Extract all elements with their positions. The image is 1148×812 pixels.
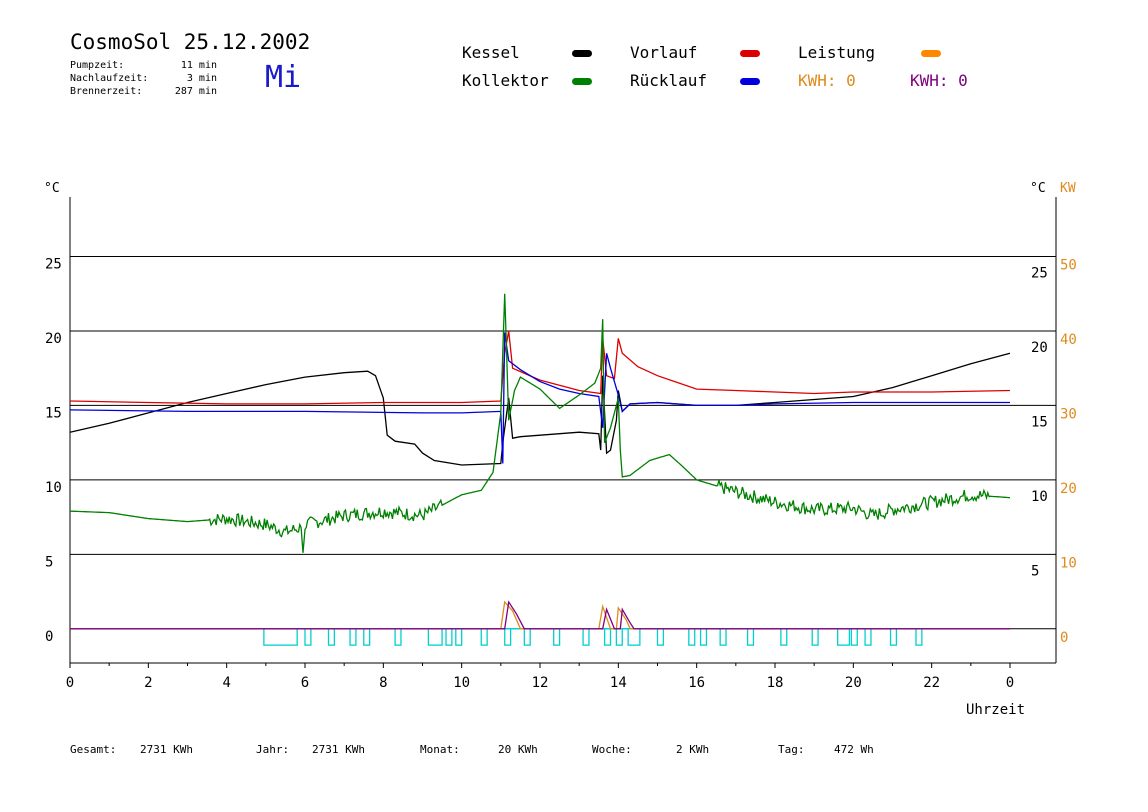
pump-pulse-14: [603, 628, 612, 646]
pump-pulse-5: [394, 628, 402, 646]
x-tick-label-5: 10: [453, 675, 470, 691]
x-tick-label-4: 8: [379, 675, 387, 691]
y-left-label-25: 25: [45, 257, 62, 273]
y-power-label-30: 30: [1060, 406, 1077, 422]
pump-pulse-16: [627, 628, 641, 646]
x-tick-label-1: 2: [144, 675, 152, 691]
x-tick-label-8: 16: [688, 675, 705, 691]
series-line-kollektor: [69, 293, 1011, 553]
pump-pulse-6: [427, 628, 443, 646]
pump-pulse-22: [780, 628, 788, 646]
pump-pulse-7: [445, 628, 453, 646]
x-tick-label-7: 14: [610, 675, 627, 691]
pump-pulse-11: [523, 628, 531, 646]
y-left-label-5: 5: [45, 554, 53, 570]
x-tick-label-12: 0: [1006, 675, 1014, 691]
series-line-kessel: [69, 352, 1011, 466]
y-left-label-10: 10: [45, 480, 62, 496]
series-line-leistung: [70, 600, 1010, 630]
footer-value-tag: 472 Wh: [834, 743, 874, 756]
x-tick-label-11: 22: [923, 675, 940, 691]
pump-pulse-8: [455, 628, 463, 646]
footer-label-monat: Monat:: [420, 743, 460, 756]
x-tick-label-9: 18: [767, 675, 784, 691]
temperature-chart: 0 2 4 6 8 10 12 14 16 18 20 22 0 °C 0 5 10 15 20 25 °C 5 10 15 2…: [44, 181, 1077, 718]
pump-pulse-21: [746, 628, 755, 646]
y-left-label-20: 20: [45, 331, 62, 347]
y-right-label-10: 10: [1031, 489, 1048, 505]
pump-pulse-24: [837, 628, 851, 646]
y-left-unit: °C: [44, 181, 60, 196]
footer-value-gesamt: 2731 KWh: [140, 743, 193, 756]
pump-pulse-19: [699, 628, 708, 646]
footer-label-gesamt: Gesamt:: [70, 743, 117, 756]
pump-pulse-28: [915, 628, 923, 646]
y-right-label-25: 25: [1031, 266, 1048, 282]
y-right-label-15: 15: [1031, 414, 1048, 430]
y-power-label-10: 10: [1060, 555, 1077, 571]
y-power-unit: KW: [1060, 181, 1076, 196]
footer-label-jahr: Jahr:: [256, 743, 290, 756]
pump-pulse-0: [263, 628, 298, 646]
y-power-label-20: 20: [1060, 481, 1077, 497]
x-tick-label-10: 20: [845, 675, 862, 691]
y-left-label-0: 0: [45, 629, 53, 645]
pump-pulse-27: [889, 628, 898, 646]
x-axis-label: Uhrzeit: [966, 702, 1025, 718]
pump-pulse-25: [850, 628, 858, 646]
pump-pulse-13: [582, 628, 590, 646]
pump-pulse-17: [656, 628, 665, 646]
footer-value-jahr: 2731 KWh: [312, 743, 365, 756]
pump-pulse-2: [327, 628, 336, 646]
pump-pulse-15: [615, 628, 623, 646]
series-line-r-cklauf: [69, 332, 1010, 464]
pump-pulse-23: [811, 628, 819, 646]
pump-pulse-18: [688, 628, 696, 646]
chart-series: [69, 293, 1011, 630]
pump-pulse-9: [480, 628, 488, 646]
x-tick-label-0: 0: [66, 675, 74, 691]
footer-value-woche: 2 KWh: [676, 743, 710, 756]
series-line-leistung-kwh: [70, 600, 1010, 630]
pump-pulse-3: [349, 628, 357, 646]
footer-value-monat: 20 KWh: [498, 743, 538, 756]
y-left-label-15: 15: [45, 405, 62, 421]
y-right-label-5: 5: [1031, 563, 1039, 579]
x-tick-label-6: 12: [532, 675, 549, 691]
y-power-label-50: 50: [1060, 258, 1077, 274]
y-right-unit: °C: [1030, 181, 1046, 196]
y-right-label-20: 20: [1031, 340, 1048, 356]
y-power-label-40: 40: [1060, 332, 1077, 348]
footer-label-tag: Tag:: [778, 743, 805, 756]
x-tick-label-2: 4: [222, 675, 230, 691]
pump-pulse-20: [719, 628, 727, 646]
pump-pulse-10: [504, 628, 512, 646]
pump-pulse-26: [864, 628, 872, 646]
footer-label-woche: Woche:: [592, 743, 632, 756]
y-power-label-0: 0: [1060, 630, 1068, 646]
pump-pulse-12: [553, 628, 561, 646]
pump-pulses: [70, 628, 1010, 646]
chart-tick-labels: 0 2 4 6 8 10 12 14 16 18 20 22 0 °C 0 5 10 15 20 25 °C 5 10 15 2…: [44, 181, 1077, 691]
pump-pulse-4: [363, 628, 371, 646]
x-tick-label-3: 6: [301, 675, 309, 691]
chart-grid: [70, 256, 1056, 630]
pump-pulse-1: [304, 628, 312, 646]
chart-axes: [69, 197, 1057, 668]
